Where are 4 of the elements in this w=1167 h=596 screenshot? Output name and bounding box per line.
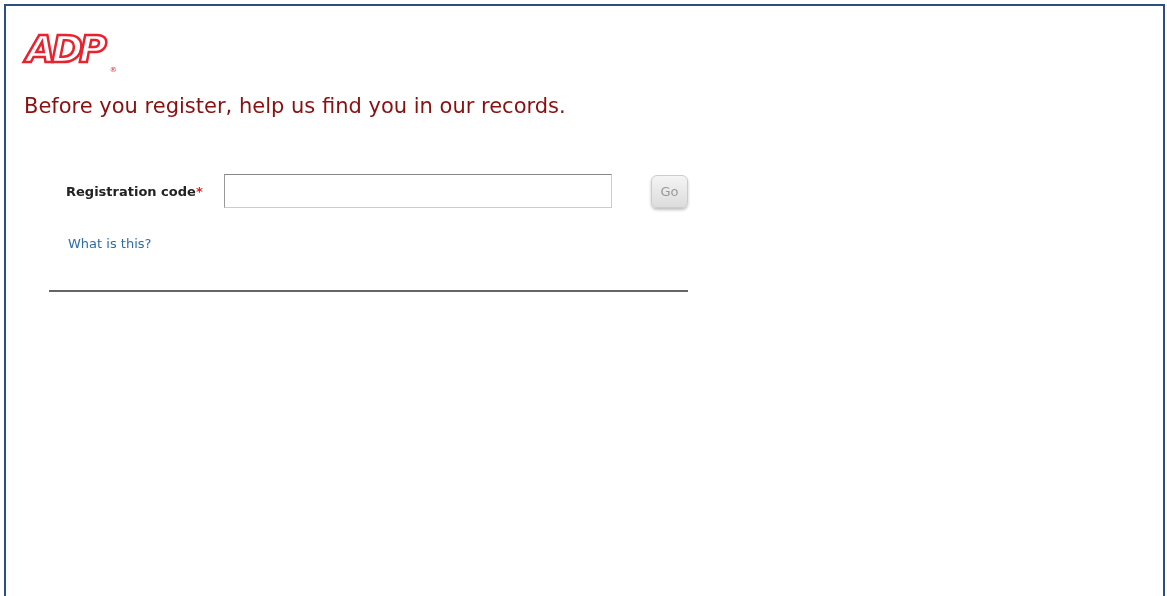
field-label: Registration code* xyxy=(66,183,204,199)
page-heading: Before you register, help us find you in our records. xyxy=(24,94,567,118)
help-link[interactable]: What is this? xyxy=(68,236,152,251)
registration-code-field[interactable] xyxy=(224,174,612,208)
